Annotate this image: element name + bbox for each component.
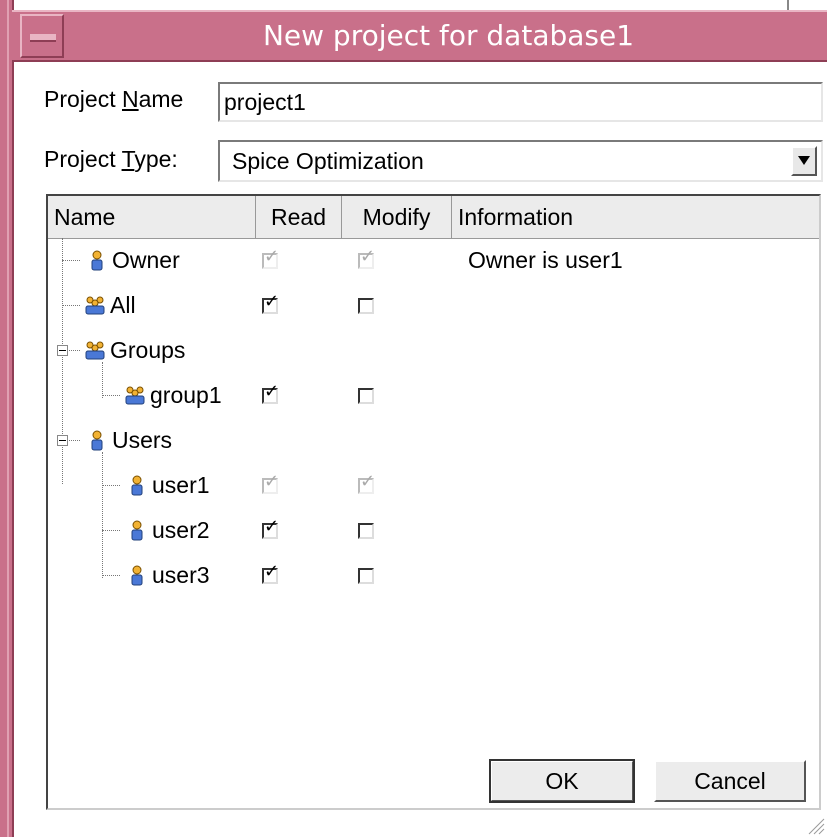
group-icon bbox=[125, 386, 145, 405]
read-checkbox[interactable]: ✓ bbox=[262, 381, 279, 404]
group-icon bbox=[85, 341, 105, 360]
modify-checkbox[interactable]: ✓ bbox=[358, 471, 375, 494]
group-icon bbox=[85, 296, 105, 315]
table-row[interactable]: group1 ✓ bbox=[48, 373, 819, 418]
checkmark-icon: ✓ bbox=[264, 471, 280, 492]
resize-grip-icon[interactable] bbox=[803, 813, 825, 835]
checkmark-icon: ✓ bbox=[264, 381, 280, 402]
collapse-icon[interactable] bbox=[57, 345, 68, 356]
read-checkbox[interactable]: ✓ bbox=[262, 291, 279, 314]
modify-checkbox[interactable] bbox=[358, 388, 374, 404]
window-top-edge bbox=[12, 0, 827, 10]
row-name: Users bbox=[112, 427, 173, 453]
cancel-button[interactable]: Cancel bbox=[654, 760, 806, 802]
row-name: user1 bbox=[152, 472, 210, 498]
read-checkbox[interactable]: ✓ bbox=[262, 561, 279, 584]
window-title: New project for database1 bbox=[262, 19, 635, 52]
table-header: Name Read Modify Information bbox=[48, 196, 819, 239]
table-row[interactable]: Groups bbox=[48, 328, 819, 373]
user-icon bbox=[131, 475, 143, 496]
project-name-label: Project Name bbox=[44, 86, 183, 113]
checkmark-icon: ✓ bbox=[264, 291, 280, 312]
checkmark-icon: ✓ bbox=[264, 516, 280, 537]
table-row[interactable]: user3 ✓ bbox=[48, 553, 819, 598]
row-name: All bbox=[110, 292, 136, 318]
row-name: Owner bbox=[112, 247, 180, 273]
project-type-dropdown-button[interactable] bbox=[791, 146, 817, 176]
project-type-value: Spice Optimization bbox=[232, 148, 424, 174]
row-name: user2 bbox=[152, 517, 210, 543]
column-header-name[interactable]: Name bbox=[48, 196, 256, 238]
dialog-window: New project for database1 Project Name p… bbox=[0, 0, 827, 837]
permissions-table[interactable]: Name Read Modify Information Owner ✓ ✓ O… bbox=[46, 194, 821, 810]
table-row[interactable]: All ✓ bbox=[48, 283, 819, 328]
table-row[interactable]: user1 ✓ ✓ bbox=[48, 463, 819, 508]
table-row[interactable]: Users bbox=[48, 418, 819, 463]
project-type-label-mnemonic: T bbox=[121, 146, 135, 172]
project-name-label-post: ame bbox=[138, 86, 184, 112]
checkmark-icon: ✓ bbox=[360, 471, 376, 492]
user-icon bbox=[131, 565, 143, 586]
read-checkbox[interactable]: ✓ bbox=[262, 516, 279, 539]
checkmark-icon: ✓ bbox=[264, 246, 280, 267]
table-row[interactable]: user2 ✓ bbox=[48, 508, 819, 553]
project-type-label-post: ype: bbox=[134, 146, 178, 172]
project-type-label-pre: Project bbox=[44, 146, 122, 172]
window-left-frame-highlight bbox=[7, 0, 9, 837]
project-type-label: Project Type: bbox=[44, 146, 178, 173]
column-header-modify[interactable]: Modify bbox=[342, 196, 452, 238]
row-information: Owner is user1 bbox=[468, 247, 623, 273]
project-name-input[interactable]: project1 bbox=[218, 82, 823, 122]
read-checkbox[interactable]: ✓ bbox=[262, 246, 279, 269]
chevron-down-icon bbox=[798, 156, 810, 165]
row-name: group1 bbox=[150, 382, 222, 408]
modify-checkbox[interactable] bbox=[358, 568, 374, 584]
modify-checkbox[interactable] bbox=[358, 523, 374, 539]
modify-checkbox[interactable] bbox=[358, 298, 374, 314]
project-name-label-mnemonic: N bbox=[121, 86, 139, 112]
checkmark-icon: ✓ bbox=[264, 561, 280, 582]
collapse-icon[interactable] bbox=[57, 435, 68, 446]
user-icon bbox=[91, 250, 103, 271]
column-header-information[interactable]: Information bbox=[452, 196, 804, 238]
row-name: user3 bbox=[152, 562, 210, 588]
modify-checkbox[interactable]: ✓ bbox=[358, 246, 375, 269]
dialog-client-area: Project Name project1 Project Type: Spic… bbox=[14, 64, 827, 837]
window-menu-button[interactable] bbox=[20, 14, 64, 58]
checkmark-icon: ✓ bbox=[360, 246, 376, 267]
user-icon bbox=[131, 520, 143, 541]
ok-button[interactable]: OK bbox=[489, 759, 635, 803]
table-row[interactable]: Owner ✓ ✓ Owner is user1 bbox=[48, 238, 819, 283]
window-top-edge-tick bbox=[787, 0, 789, 10]
user-icon bbox=[91, 430, 103, 451]
project-name-label-pre: Project bbox=[44, 86, 122, 112]
column-header-read[interactable]: Read bbox=[256, 196, 342, 238]
window-menu-icon bbox=[30, 34, 56, 42]
project-type-select[interactable]: Spice Optimization bbox=[218, 140, 823, 182]
read-checkbox[interactable]: ✓ bbox=[262, 471, 279, 494]
row-name: Groups bbox=[110, 337, 186, 363]
table-body: Owner ✓ ✓ Owner is user1 All ✓ Groups gr… bbox=[48, 238, 819, 808]
